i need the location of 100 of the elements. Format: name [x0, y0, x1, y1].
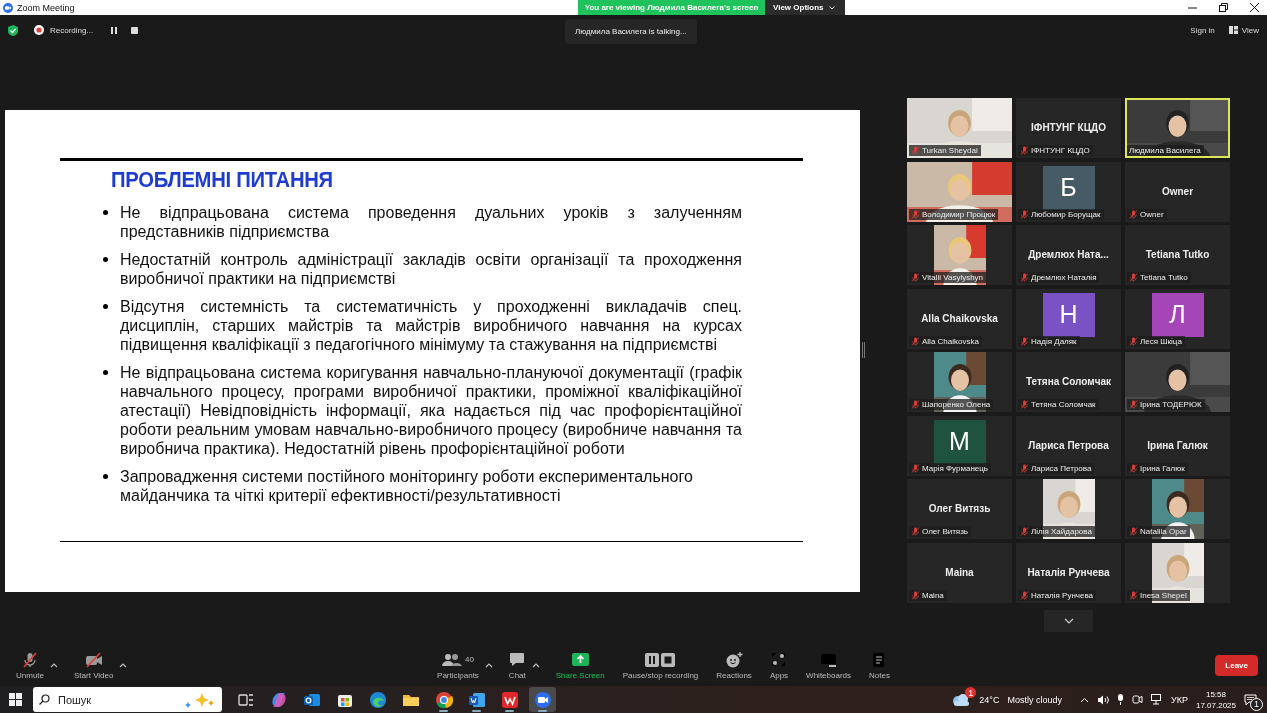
muted-camera-icon [84, 651, 103, 668]
document-app-icon[interactable] [467, 690, 486, 709]
toolbar-button[interactable]: 40 Participants [435, 649, 481, 682]
language-indicator[interactable]: УКР [1171, 694, 1188, 705]
maximize-icon[interactable] [1219, 3, 1228, 12]
muted-mic-icon [1129, 590, 1138, 600]
participant-name: Володимир Процюк [922, 209, 996, 219]
share-screen-icon [571, 653, 589, 666]
video-tile[interactable]: Людмила Василега [1125, 98, 1230, 158]
participant-name: Alla Chaikovska [922, 336, 979, 346]
network-icon[interactable] [1151, 694, 1163, 705]
pause-icon[interactable] [111, 26, 118, 34]
video-app-icon[interactable] [533, 690, 552, 709]
participant-name: Maina [922, 590, 944, 600]
participant-name: ІФНТУНГ КЦДО [1031, 122, 1106, 133]
toolbar-button[interactable]: Start Video [72, 649, 116, 682]
resize-handle[interactable] [862, 342, 865, 358]
participant-name: Owner [1140, 209, 1164, 219]
video-tile[interactable]: Tetiana Tutko Tetiana Tutko [1125, 225, 1230, 285]
windows-logo-icon[interactable] [8, 693, 22, 706]
muted-mic-icon [911, 590, 920, 600]
video-tile[interactable]: Тетяна Соломчак Тетяна Соломчак [1016, 352, 1121, 412]
video-tile[interactable]: ІФНТУНГ КЦДО ІФНТУНГ КЦДО [1016, 98, 1121, 158]
toolbar-button[interactable]: Chat [506, 649, 528, 682]
round-browser-icon[interactable] [434, 690, 453, 709]
caret-icon[interactable] [531, 661, 540, 668]
video-tile[interactable]: Ірина ТОДЕРЮК [1125, 352, 1230, 412]
notification-icon[interactable] [1244, 693, 1257, 706]
video-tile[interactable]: M Марія Фурманець [907, 415, 1012, 476]
muted-mic-icon [911, 336, 920, 346]
mic-icon[interactable] [1117, 694, 1124, 705]
participant-name: Ірина Галюк [1140, 463, 1185, 473]
video-tile[interactable]: Н Надія Даляк [1016, 288, 1121, 349]
caret-icon[interactable] [50, 661, 58, 668]
toolbar-button[interactable]: Reactions [714, 649, 754, 682]
weather-badge: 1 [965, 687, 977, 698]
time: 15:58 [1205, 688, 1226, 700]
toolbar-button[interactable]: Share Screen [553, 649, 607, 682]
recording-status: Recording... [50, 25, 94, 35]
caret-icon[interactable] [119, 661, 128, 668]
view-options-button[interactable]: View Options [765, 0, 845, 15]
video-tile[interactable]: Б Любомир Борущак [1016, 161, 1121, 222]
caret-icon[interactable] [484, 661, 493, 668]
people-icon [442, 652, 462, 667]
video-tile[interactable]: Шапоренко Олена [907, 352, 1012, 412]
avatar-initial: Б [1042, 165, 1095, 210]
zigzag-app-icon[interactable] [500, 690, 519, 709]
video-tile[interactable]: Дремлюх Ната... Дремлюх Наталія [1016, 225, 1121, 285]
video-tile[interactable]: Alla Chaikovska Alla Chaikovska [907, 288, 1012, 349]
video-tile[interactable]: Наталія Рунчева Наталія Рунчева [1016, 542, 1121, 603]
participant-name: Turkan Sheydai [922, 146, 978, 155]
clock[interactable]: 15:58 17.07.2025 [1195, 688, 1236, 711]
video-tile[interactable]: Л Леся Шкіца [1125, 288, 1230, 349]
muted-mic-icon [1020, 527, 1029, 536]
participant-name: ІФНТУНГ КЦДО [1031, 146, 1090, 155]
muted-mic-icon [1129, 209, 1138, 219]
toolbar-button[interactable]: Notes [867, 649, 892, 682]
video-tile[interactable]: Vitalii Vasylyshyn [907, 225, 1012, 285]
task-view-icon[interactable] [237, 692, 254, 707]
avatar-initial: Н [1042, 292, 1095, 337]
chevron-up-icon[interactable] [1080, 696, 1089, 703]
video-tile[interactable]: Володимир Процюк [907, 161, 1012, 222]
toolbar-button[interactable]: Apps [767, 649, 791, 682]
wave-browser-icon[interactable] [368, 690, 387, 709]
sign-in-button[interactable]: Sign in [1190, 25, 1215, 35]
participant-name: Олег Витязь [928, 503, 991, 514]
video-tile[interactable]: Owner Owner [1125, 161, 1230, 222]
toolbar-button[interactable]: Pause/stop recording [620, 649, 701, 682]
bullet-text: Запровадження системи постійного моніторингу роботи експериментального майданчика та чіткі критерії ефективності/результативності [120, 467, 694, 505]
video-tile[interactable]: Maina Maina [907, 542, 1012, 603]
video-tile[interactable]: Inesa Shepel [1125, 542, 1230, 603]
avatar-initial: M [933, 419, 986, 464]
participant-name: Наталія Рунчева [1027, 566, 1110, 578]
participant-name: Лариса Петрова [1031, 463, 1092, 473]
video-tile[interactable]: Лариса Петрова Лариса Петрова [1016, 415, 1121, 476]
notes-icon [872, 651, 887, 668]
whiteboard-icon [820, 652, 838, 667]
view-button[interactable]: View [1228, 25, 1259, 35]
leave-button[interactable]: Leave [1215, 655, 1258, 676]
toolbar-button[interactable]: Unmute [14, 649, 46, 682]
muted-mic-icon [1020, 273, 1029, 282]
video-tile[interactable]: Лілія Хайдарова [1016, 479, 1121, 539]
search-input[interactable]: Пошук [56, 692, 176, 707]
video-tile[interactable]: Олег Витязь Олег Витязь [907, 479, 1012, 539]
speaker-icon[interactable] [1097, 694, 1109, 705]
participant-name: Людмила Василега [1129, 146, 1201, 155]
stop-icon[interactable] [131, 26, 139, 34]
toolbar-button[interactable]: Whiteboards [804, 649, 854, 682]
search-field[interactable]: Пошук [33, 687, 222, 712]
muted-mic-icon [1129, 463, 1138, 473]
video-tile[interactable]: Turkan Sheydai [907, 98, 1012, 158]
video-tile[interactable]: Ірина Галюк Ірина Галюк [1125, 415, 1230, 476]
muted-mic-icon [1020, 590, 1029, 600]
smiley-icon [725, 651, 743, 668]
participant-name: Лариса Петрова [1028, 439, 1109, 451]
camera-icon[interactable] [1132, 694, 1143, 705]
close-icon[interactable] [1250, 3, 1259, 12]
participant-name: Tetiana Tutko [1140, 273, 1188, 282]
participant-name: Тетяна Соломчак [1025, 376, 1112, 387]
video-tile[interactable]: Nataliia Opar [1125, 479, 1230, 539]
